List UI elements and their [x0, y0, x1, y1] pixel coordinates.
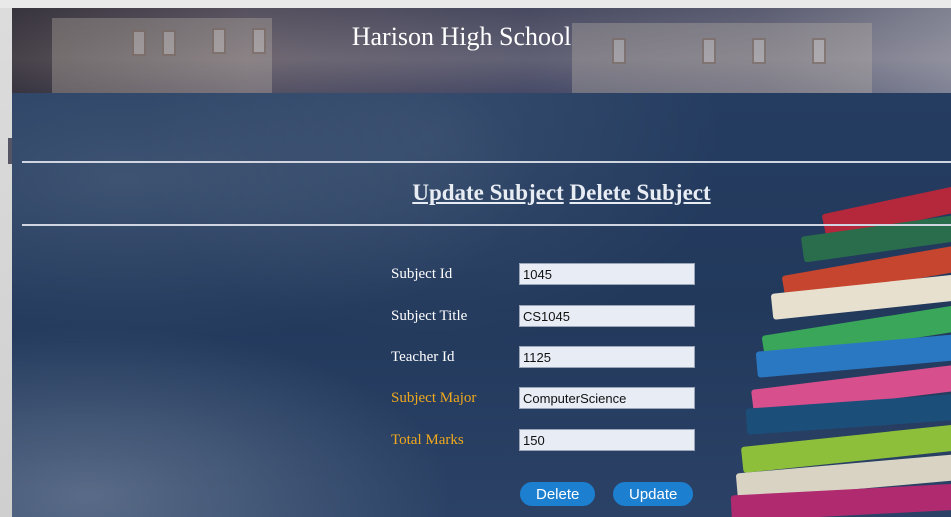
delete-subject-link[interactable]: Delete Subject: [570, 180, 711, 205]
total-marks-label: Total Marks: [391, 432, 464, 448]
subject-id-label: Subject Id: [391, 266, 453, 282]
left-window-edge: [0, 8, 12, 517]
subject-major-input[interactable]: [519, 387, 695, 409]
update-button[interactable]: Update: [613, 482, 694, 506]
top-divider: [22, 161, 951, 163]
page-frame: Harison High School Update Subject Delet…: [12, 8, 951, 517]
school-title: Harison High School: [351, 22, 572, 51]
total-marks-input[interactable]: [519, 429, 695, 451]
update-subject-link[interactable]: Update Subject: [412, 180, 563, 205]
bottom-divider: [22, 224, 951, 226]
action-buttons-row: Delete Update: [391, 482, 711, 506]
total-marks-row: Total Marks: [391, 429, 711, 453]
subject-id-input[interactable]: [519, 263, 695, 285]
book-stack-image: [711, 168, 951, 517]
teacher-id-row: Teacher Id: [391, 346, 711, 370]
subject-nav: Update Subject Delete Subject: [12, 180, 951, 206]
subject-id-row: Subject Id: [391, 263, 711, 287]
subject-title-row: Subject Title: [391, 305, 711, 329]
subject-title-input[interactable]: [519, 305, 695, 327]
teacher-id-input[interactable]: [519, 346, 695, 368]
delete-button[interactable]: Delete: [520, 482, 596, 506]
subject-title-label: Subject Title: [391, 308, 468, 324]
teacher-id-label: Teacher Id: [391, 349, 455, 365]
main-content: Update Subject Delete Subject Subject Id…: [12, 93, 951, 517]
header-banner: Harison High School: [12, 8, 951, 93]
subject-major-label: Subject Major: [391, 390, 477, 406]
subject-major-row: Subject Major: [391, 387, 711, 411]
